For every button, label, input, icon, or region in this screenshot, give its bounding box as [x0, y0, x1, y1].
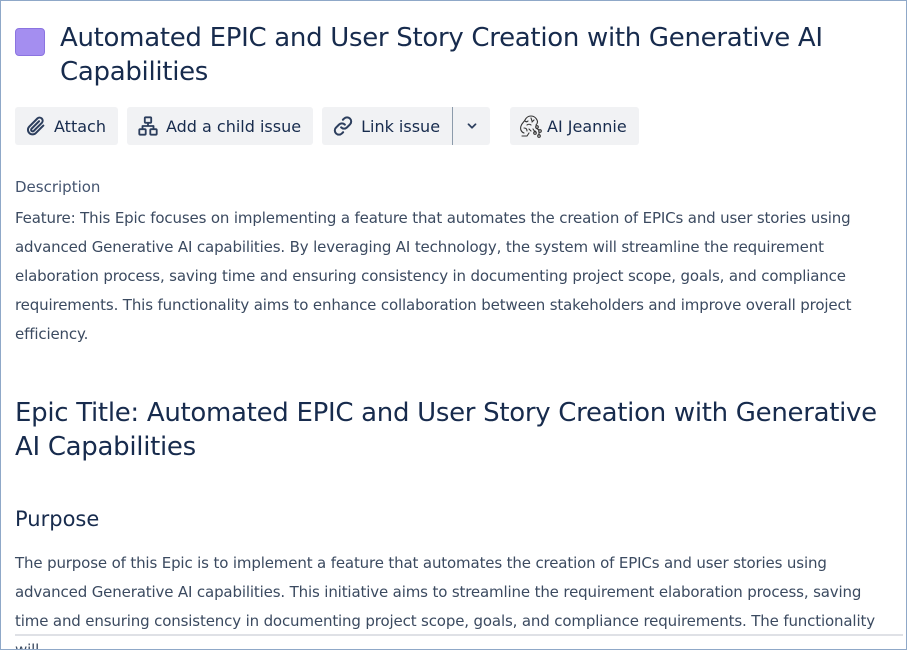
paperclip-icon: [26, 116, 45, 136]
hierarchy-icon: [138, 116, 158, 136]
purpose-heading: Purpose: [15, 507, 100, 531]
link-issue-dropdown-button[interactable]: [453, 107, 491, 145]
ai-jeannie-icon: [520, 115, 542, 138]
link-icon: [333, 116, 353, 136]
add-child-issue-button[interactable]: Add a child issue: [126, 107, 314, 145]
scroll-divider: [15, 634, 903, 636]
issue-header: Automated EPIC and User Story Creation w…: [15, 21, 895, 89]
attach-button[interactable]: Attach: [15, 107, 118, 145]
epic-title-heading: Epic Title: Automated EPIC and User Stor…: [15, 398, 877, 462]
ai-jeannie-button[interactable]: AI Jeannie: [510, 107, 639, 145]
ai-jeannie-label: AI Jeannie: [547, 116, 627, 136]
description-label: Description: [15, 178, 101, 196]
add-child-issue-label: Add a child issue: [165, 116, 302, 136]
link-issue-button[interactable]: Link issue: [322, 107, 453, 145]
chevron-down-icon: [467, 123, 476, 129]
epic-icon: [15, 28, 45, 56]
issue-title[interactable]: Automated EPIC and User Story Creation w…: [60, 21, 895, 89]
description-text[interactable]: Feature: This Epic focuses on implementi…: [15, 204, 885, 349]
link-issue-group: Link issue: [322, 107, 491, 145]
issue-toolbar: Attach Add a child issue Link issue AI J…: [15, 106, 648, 146]
attach-label: Attach: [54, 116, 106, 136]
issue-view: Automated EPIC and User Story Creation w…: [0, 0, 907, 650]
link-issue-label: Link issue: [361, 116, 441, 136]
